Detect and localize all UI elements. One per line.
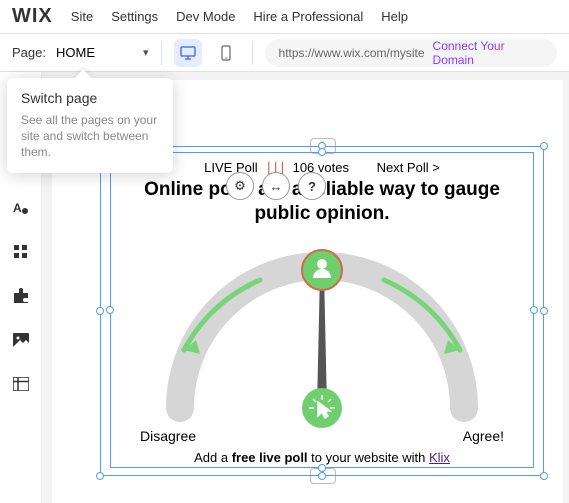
desktop-view-button[interactable]	[174, 39, 202, 67]
rail-theme-icon[interactable]: A	[11, 198, 31, 218]
page-label: Page:	[12, 45, 46, 60]
rail-apps-icon[interactable]	[11, 242, 31, 262]
gauge[interactable]	[110, 232, 534, 432]
rail-addons-icon[interactable]	[11, 286, 31, 306]
chevron-down-icon: ▾	[143, 46, 149, 59]
poll-cta: Add a free live poll to your website wit…	[110, 450, 534, 465]
next-poll-link[interactable]: Next Poll >	[377, 160, 440, 175]
menu-settings[interactable]: Settings	[111, 9, 158, 24]
stretch-button[interactable]: ↔	[262, 172, 290, 200]
resize-handle[interactable]	[96, 307, 104, 315]
current-page-name: HOME	[56, 45, 95, 60]
resize-handle[interactable]	[318, 472, 326, 480]
menu-hire[interactable]: Hire a Professional	[253, 9, 363, 24]
resize-handle[interactable]	[318, 148, 326, 156]
tooltip-body: See all the pages on your site and switc…	[21, 112, 159, 161]
brand-logo: WIX	[12, 5, 53, 28]
mobile-icon	[221, 45, 231, 61]
switch-page-tooltip: Switch page See all the pages on your si…	[7, 78, 173, 173]
gear-icon: ⚙	[234, 178, 246, 194]
connect-domain-link[interactable]: Connect Your Domain	[433, 39, 543, 67]
desktop-icon	[180, 46, 196, 60]
site-url: https://www.wix.com/mysite	[279, 46, 425, 60]
resize-handle[interactable]	[540, 472, 548, 480]
menu-site[interactable]: Site	[71, 9, 93, 24]
help-button[interactable]: ?	[298, 172, 326, 200]
mobile-view-button[interactable]	[212, 39, 240, 67]
url-box[interactable]: https://www.wix.com/mysite Connect Your …	[265, 39, 557, 67]
resize-handle[interactable]	[96, 472, 104, 480]
rail-media-icon[interactable]	[11, 330, 31, 350]
resize-handle[interactable]	[540, 307, 548, 315]
menu-devmode[interactable]: Dev Mode	[176, 9, 235, 24]
resize-handle[interactable]	[540, 142, 548, 150]
top-menu-bar: WIX Site Settings Dev Mode Hire a Profes…	[0, 0, 569, 34]
gauge-needle	[317, 272, 327, 408]
poll-widget: LIVE Poll ||| 106 votes Next Poll > Onli…	[110, 156, 534, 466]
menu-help[interactable]: Help	[381, 9, 408, 24]
page-bar: Page: HOME ▾ https://www.wix.com/mysite …	[0, 34, 569, 72]
separator	[252, 41, 253, 65]
element-toolbar: ⚙ ↔ ?	[226, 172, 326, 200]
help-icon: ?	[308, 179, 316, 194]
stretch-icon: ↔	[270, 179, 283, 194]
svg-text:A: A	[13, 201, 22, 215]
page-dropdown[interactable]: HOME ▾	[56, 45, 149, 60]
tooltip-title: Switch page	[21, 90, 159, 106]
klix-link[interactable]: Klix	[429, 450, 450, 465]
settings-button[interactable]: ⚙	[226, 172, 254, 200]
separator	[161, 41, 162, 65]
rail-data-icon[interactable]	[11, 374, 31, 394]
